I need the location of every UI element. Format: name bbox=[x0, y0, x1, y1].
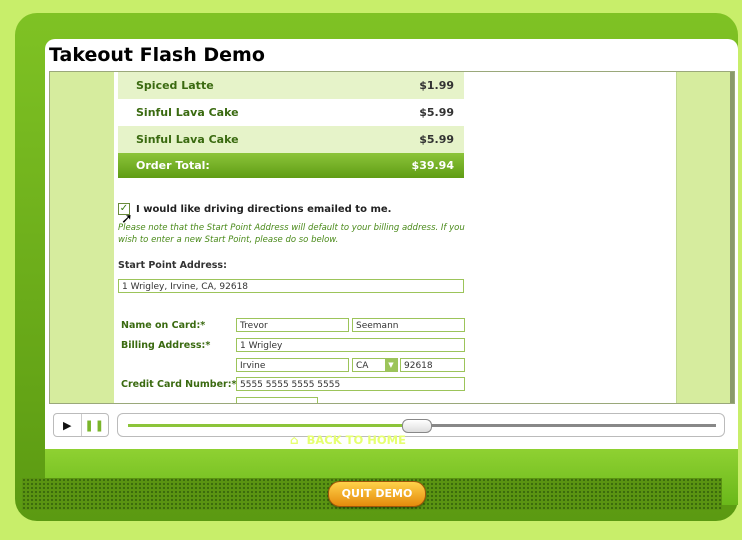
right-sidebar-panel bbox=[676, 72, 734, 403]
back-to-home-label: BACK TO HOME bbox=[306, 433, 406, 447]
order-item-name: Spiced Latte bbox=[136, 79, 214, 92]
directions-note: Please note that the Start Point Address… bbox=[118, 223, 465, 245]
order-total-row: Order Total: $39.94 bbox=[118, 153, 464, 178]
directions-option[interactable]: ✓ I would like driving directions emaile… bbox=[118, 203, 391, 215]
billing-address-input[interactable]: 1 Wrigley bbox=[236, 338, 465, 352]
pause-icon: ❚❚ bbox=[84, 418, 105, 432]
order-summary-table: Spiced Latte $1.99 Sinful Lava Cake $5.9… bbox=[118, 72, 464, 178]
order-item-price: $5.99 bbox=[419, 133, 454, 146]
seek-progress-fill bbox=[128, 424, 417, 427]
last-name-input[interactable]: Seemann bbox=[352, 318, 465, 332]
play-icon: ▶ bbox=[63, 418, 72, 432]
home-icon: ⌂ bbox=[290, 433, 299, 447]
start-point-label: Start Point Address: bbox=[118, 260, 227, 271]
security-code-input[interactable] bbox=[236, 397, 318, 403]
play-button[interactable]: ▶ bbox=[54, 414, 82, 436]
card-number-label: Credit Card Number:* bbox=[121, 379, 237, 390]
pause-button[interactable]: ❚❚ bbox=[82, 414, 109, 436]
order-total-value: $39.94 bbox=[411, 159, 454, 172]
left-sidebar-panel bbox=[50, 72, 114, 403]
start-point-input[interactable]: 1 Wrigley, Irvine, CA, 92618 bbox=[118, 279, 464, 293]
order-total-label: Order Total: bbox=[136, 159, 210, 172]
billing-address-label: Billing Address:* bbox=[121, 340, 211, 351]
seek-bar[interactable] bbox=[117, 413, 725, 437]
seek-track[interactable] bbox=[128, 419, 716, 433]
city-input[interactable]: Irvine bbox=[236, 358, 349, 372]
chevron-down-icon[interactable]: ▼ bbox=[385, 359, 397, 371]
first-name-input[interactable]: Trevor bbox=[236, 318, 349, 332]
order-item-name: Sinful Lava Cake bbox=[136, 133, 239, 146]
demo-viewport: Spiced Latte $1.99 Sinful Lava Cake $5.9… bbox=[49, 71, 735, 404]
state-select[interactable]: CA ▼ bbox=[352, 358, 398, 372]
state-select-value: CA bbox=[356, 361, 369, 371]
order-row: Sinful Lava Cake $5.99 bbox=[118, 99, 464, 126]
quit-demo-button[interactable]: QUIT DEMO bbox=[328, 481, 426, 507]
order-item-price: $5.99 bbox=[419, 106, 454, 119]
directions-checkbox-label: I would like driving directions emailed … bbox=[136, 203, 392, 215]
order-row: Sinful Lava Cake $5.99 bbox=[118, 126, 464, 153]
page-title: Takeout Flash Demo bbox=[49, 44, 265, 66]
back-to-home-link[interactable]: ⌂ BACK TO HOME bbox=[290, 433, 406, 447]
playback-buttons: ▶ ❚❚ bbox=[53, 413, 109, 437]
name-on-card-label: Name on Card:* bbox=[121, 320, 206, 331]
order-row: Spiced Latte $1.99 bbox=[118, 72, 464, 99]
order-item-name: Sinful Lava Cake bbox=[136, 106, 239, 119]
seek-thumb[interactable] bbox=[402, 419, 433, 433]
scrollbar-edge bbox=[730, 72, 734, 403]
card-number-input[interactable]: 5555 5555 5555 5555 bbox=[236, 377, 465, 391]
zip-input[interactable]: 92618 bbox=[400, 358, 465, 372]
order-item-price: $1.99 bbox=[419, 79, 454, 92]
